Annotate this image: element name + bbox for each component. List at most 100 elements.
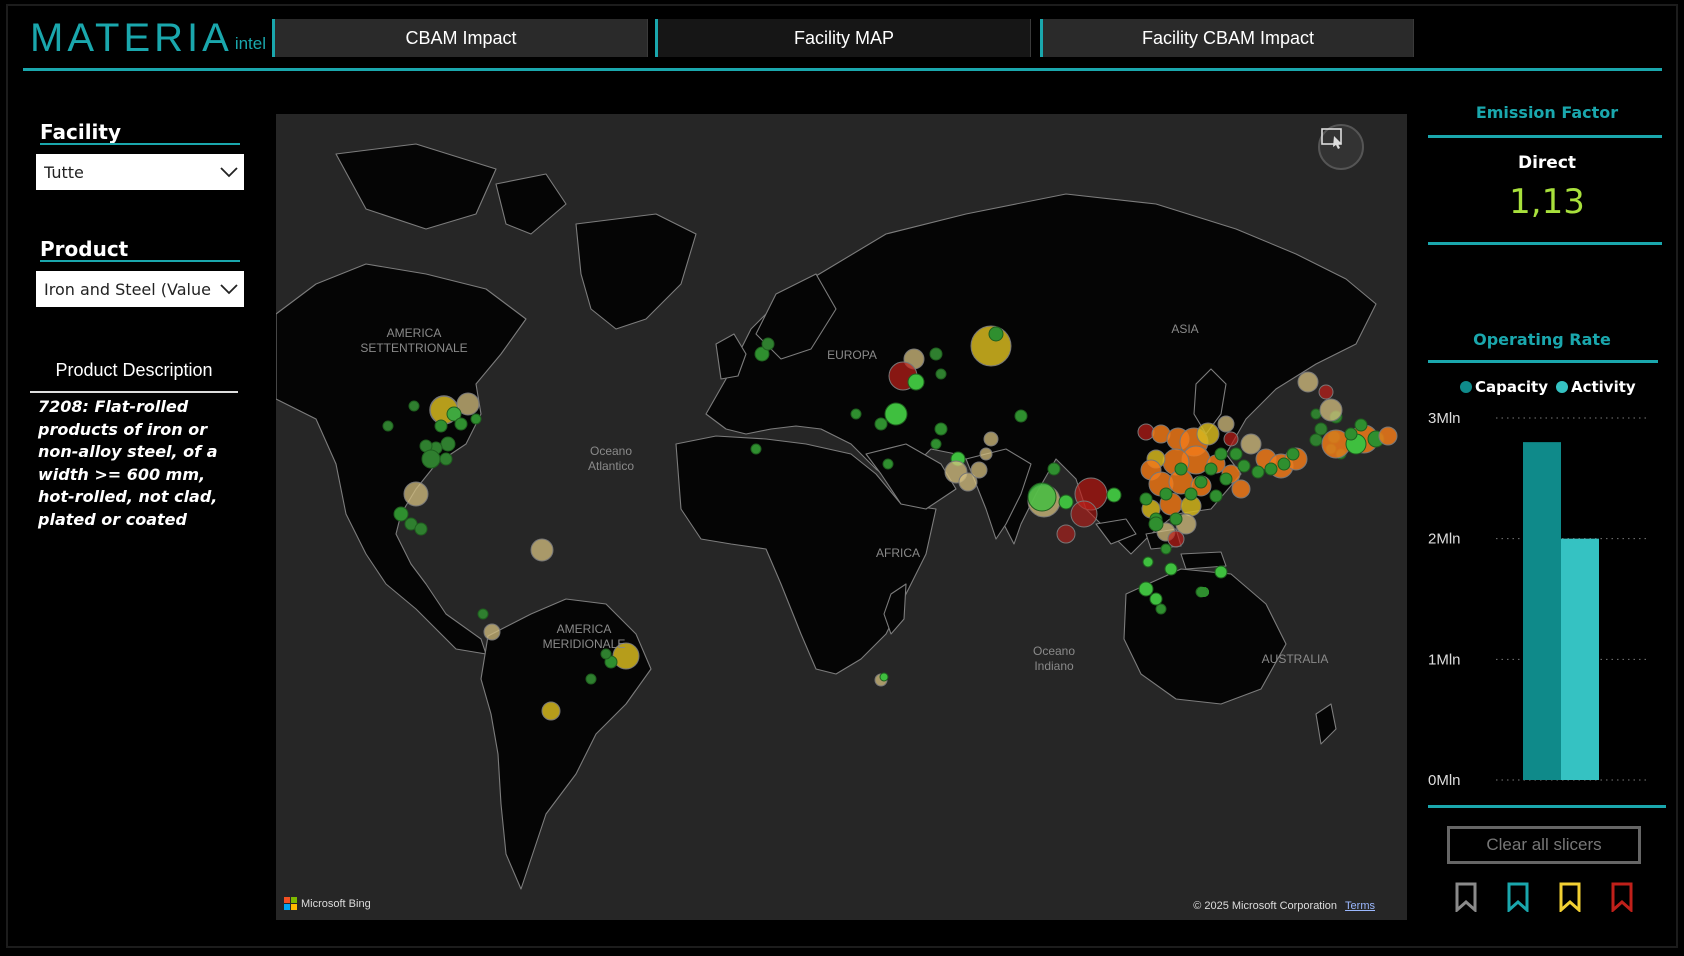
clear-button-label: Clear all slicers — [1486, 835, 1602, 854]
facility-bubble — [1286, 447, 1300, 461]
facility-dropdown-value: Tutte — [44, 162, 84, 182]
label-north-america: AMERICA SETTENTRIONALE — [360, 326, 468, 355]
product-description-text: 7208: Flat-rolled products of iron or no… — [38, 397, 218, 529]
facility-bubble — [1217, 415, 1235, 433]
chevron-down-icon — [214, 157, 244, 187]
label-indian-ocean: Oceano Indiano — [1032, 644, 1076, 673]
facility-bubble — [879, 672, 889, 682]
logo-sub-text: intel — [234, 34, 267, 53]
facility-bubble — [1139, 492, 1153, 506]
label-africa: AFRICA — [875, 546, 920, 560]
operating-rate-bottom-divider — [1428, 805, 1666, 808]
facility-bubble — [1148, 516, 1164, 532]
clear-all-slicers-button[interactable]: Clear all slicers — [1447, 826, 1641, 864]
facility-bubble — [1378, 426, 1398, 446]
operating-rate-title: Operating Rate — [1473, 330, 1611, 349]
facility-bubble — [403, 481, 429, 507]
facility-bubble — [1344, 427, 1358, 441]
tab-label: Facility MAP — [793, 27, 894, 48]
facility-bubble — [929, 347, 943, 361]
facility-bubble — [882, 458, 894, 470]
focus-mode-button[interactable] — [1318, 124, 1364, 170]
facility-map[interactable]: AMERICA SETTENTRIONALE EUROPA ASIA Ocean… — [276, 114, 1407, 920]
facility-bubble — [393, 506, 409, 522]
emission-factor-title: Emission Factor — [1475, 103, 1619, 122]
facility-bubble — [439, 452, 453, 466]
facility-bubble — [1056, 524, 1076, 544]
facility-bubble — [1197, 587, 1207, 597]
facility-bubble — [541, 701, 561, 721]
facility-bubble — [1070, 500, 1098, 528]
facility-bubble — [930, 438, 942, 450]
facility-bubble — [1142, 556, 1154, 568]
map-copyright: © 2025 Microsoft Corporation Terms — [1193, 900, 1375, 912]
facility-bubble — [1277, 457, 1291, 471]
facility-bubble — [414, 522, 428, 536]
facility-bubble — [1231, 479, 1251, 499]
label-australia: AUSTRALIA — [1261, 652, 1329, 666]
label-asia: ASIA — [1171, 322, 1199, 336]
tab-facility-cbam-impact[interactable]: Facility CBAM Impact — [1040, 19, 1414, 57]
world-map-svg — [276, 143, 1398, 890]
facility-bubble — [440, 436, 456, 452]
facility-dropdown[interactable]: Tutte — [36, 154, 244, 190]
facility-bubble — [1264, 462, 1278, 476]
facility-bubble — [1164, 562, 1178, 576]
product-dropdown[interactable]: Iron and Steel (Value ... — [36, 271, 244, 307]
bookmark-red-icon[interactable] — [1610, 882, 1634, 912]
facility-bubble — [935, 368, 947, 380]
facility-bubble — [1169, 512, 1183, 526]
facility-bubble — [1214, 447, 1228, 461]
facility-bubble — [1137, 423, 1155, 441]
facility-bubble — [1310, 408, 1322, 420]
copyright-text: © 2025 Microsoft Corporation — [1193, 900, 1338, 912]
facility-bubble — [470, 413, 482, 425]
facility-bubble — [454, 417, 468, 431]
bookmark-teal-icon[interactable] — [1506, 882, 1530, 912]
facility-bubble — [1229, 447, 1243, 461]
facility-bubble — [1167, 530, 1185, 548]
emission-factor-divider — [1428, 135, 1662, 138]
facility-bubble — [1155, 603, 1167, 615]
facility-bubble — [983, 431, 999, 447]
tab-label: Facility CBAM Impact — [1141, 27, 1315, 48]
y-tick-label: 1Mln — [1428, 651, 1461, 668]
facility-bubble — [1058, 494, 1074, 510]
bookmark-gray-icon[interactable] — [1454, 882, 1478, 912]
facility-bubble — [530, 538, 554, 562]
facility-bubble — [1196, 422, 1220, 446]
facility-bubble — [1184, 487, 1198, 501]
land-masses — [276, 143, 1377, 890]
bookmark-yellow-icon[interactable] — [1558, 882, 1582, 912]
product-description-title: Product Description — [55, 360, 213, 380]
y-tick-label: 0Mln — [1428, 772, 1461, 789]
facility-bubble — [1354, 418, 1368, 432]
legend-label: Capacity — [1475, 378, 1548, 396]
product-title-underline — [40, 260, 240, 262]
tab-facility-map[interactable]: Facility MAP — [655, 19, 1031, 57]
activity-dot — [1555, 381, 1568, 393]
materia-logo: MATERIA intel — [30, 18, 267, 58]
facility-bubble — [1251, 465, 1265, 479]
facility-bubble — [884, 402, 908, 426]
y-tick-label: 3Mln — [1428, 410, 1461, 427]
label-atlantic: Oceano Atlantico — [587, 444, 635, 473]
bar-activity[interactable] — [1561, 538, 1599, 780]
tab-cbam-impact[interactable]: CBAM Impact — [272, 19, 648, 57]
microsoft-logo-icon — [284, 897, 297, 910]
facility-bubble — [750, 443, 762, 455]
facility-bubble — [1204, 462, 1218, 476]
facility-bubble — [934, 422, 948, 436]
facility-bubble — [477, 608, 489, 620]
bing-attribution-text: Microsoft Bing — [301, 897, 371, 910]
facility-bubble — [1237, 459, 1251, 473]
bar-capacity[interactable] — [1523, 442, 1561, 780]
legend-item-activity: Activity — [1555, 378, 1636, 396]
facility-bubble — [1314, 422, 1328, 436]
facility-bubble — [979, 447, 993, 461]
facility-bubble — [1138, 581, 1154, 597]
terms-link[interactable]: Terms — [1345, 900, 1375, 912]
facility-bubble — [1223, 431, 1239, 447]
bing-attribution: Microsoft Bing — [284, 897, 371, 910]
facility-bubble — [907, 373, 925, 391]
